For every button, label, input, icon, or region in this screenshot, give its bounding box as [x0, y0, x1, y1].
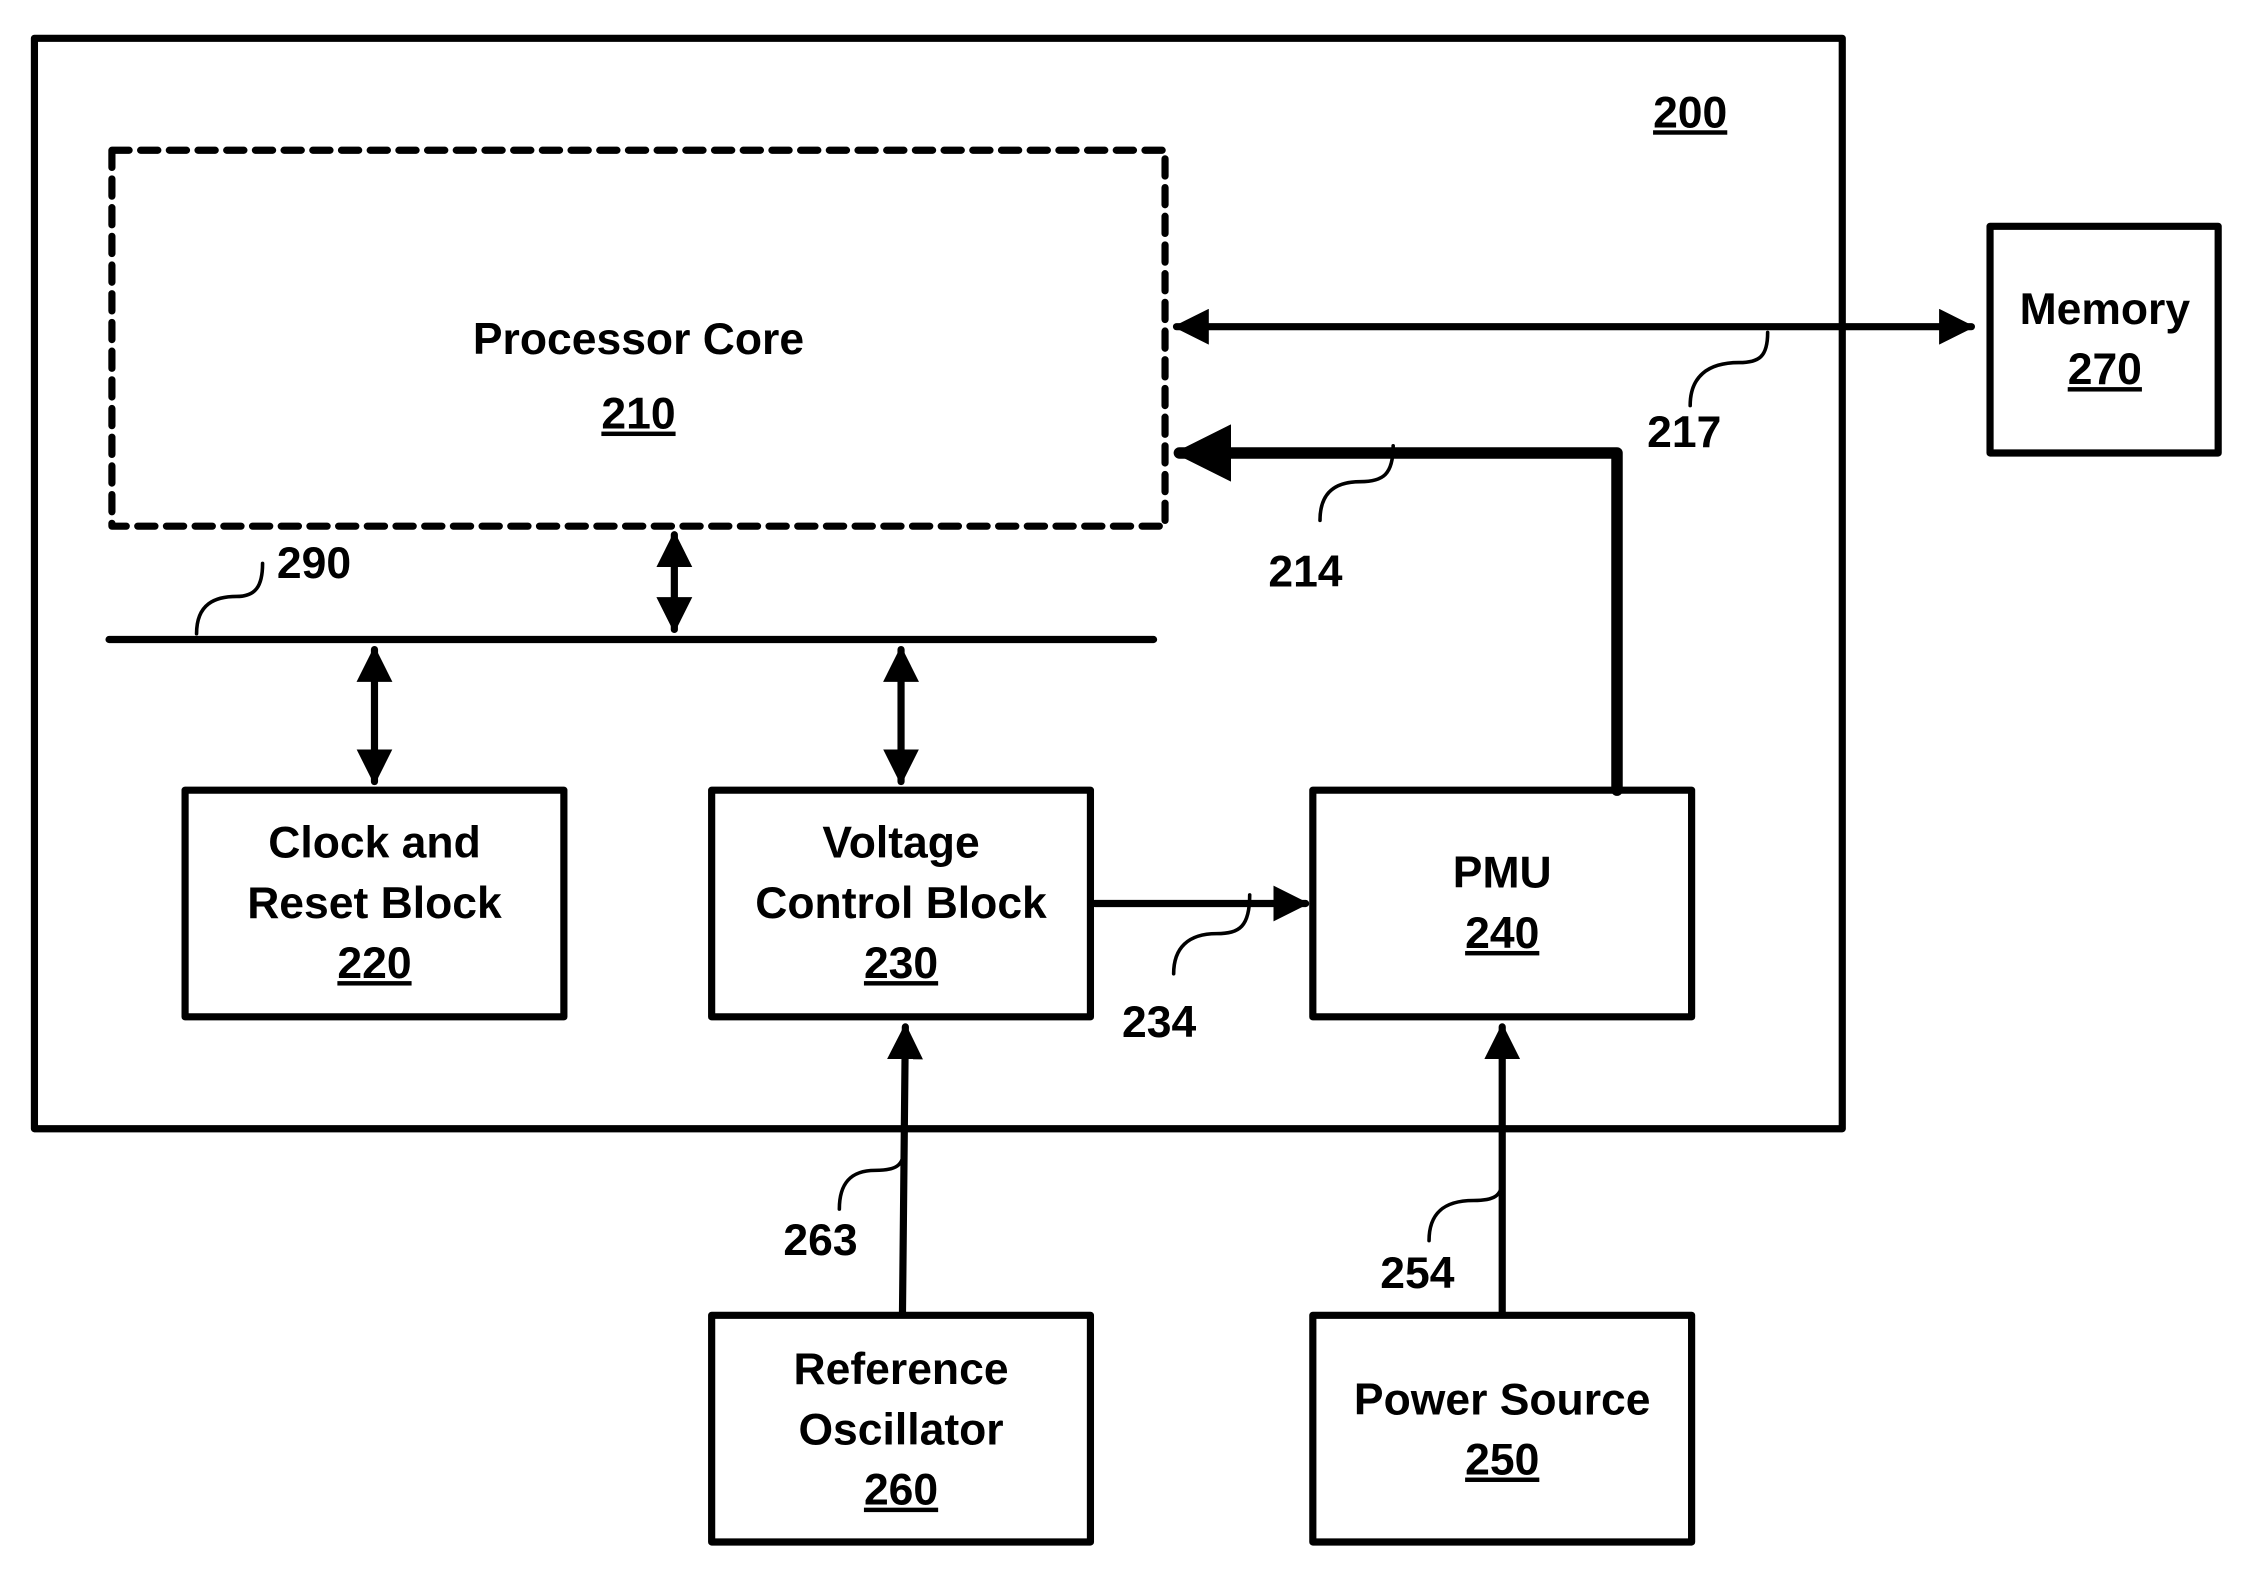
- vcb-pmu-ref: 234: [1122, 998, 1196, 1047]
- pmu-box[interactable]: [1309, 786, 1696, 1021]
- memory-title: Memory: [2020, 285, 2191, 334]
- clock-reset-ref: 220: [337, 939, 411, 988]
- osc-vcb-ref: 263: [783, 1216, 857, 1265]
- osc-vcb-arrow: [887, 1023, 923, 1316]
- pmu-title: PMU: [1453, 849, 1552, 898]
- voltage-control-title-line2: Control Block: [755, 879, 1047, 928]
- pmu-core-arrow: [1173, 424, 1623, 796]
- voltage-control-ref: 230: [864, 939, 938, 988]
- memory-box[interactable]: [1986, 222, 2222, 457]
- power-pmu-ref: 254: [1380, 1249, 1454, 1298]
- reference-oscillator-title-line2: Oscillator: [798, 1405, 1003, 1454]
- processor-core-ref: 210: [601, 390, 675, 439]
- processor-core-title: Processor Core: [473, 315, 804, 364]
- osc-vcb-callout: [837, 1147, 906, 1211]
- voltage-control-title-line1: Voltage: [822, 819, 979, 868]
- power-pmu-callout: [1427, 1178, 1505, 1243]
- core-memory-ref: 217: [1647, 408, 1721, 457]
- power-source-ref: 250: [1465, 1436, 1539, 1485]
- core-memory-callout: [1688, 330, 1770, 408]
- reference-oscillator-title-line1: Reference: [794, 1345, 1009, 1394]
- power-source-title: Power Source: [1354, 1375, 1651, 1424]
- block-diagram: 200 Processor Core 210 290 Clock and Res…: [30, 34, 2222, 1546]
- system-200-ref: 200: [1653, 88, 1727, 137]
- bus-290-ref: 290: [277, 539, 351, 588]
- pmu-ref: 240: [1465, 909, 1539, 958]
- power-source-box[interactable]: [1309, 1311, 1696, 1546]
- pmu-core-ref: 214: [1268, 547, 1342, 596]
- memory-ref: 270: [2068, 345, 2142, 394]
- reference-oscillator-ref: 260: [864, 1466, 938, 1515]
- clock-reset-title-line2: Reset Block: [247, 879, 502, 928]
- clock-reset-title-line1: Clock and: [268, 819, 481, 868]
- bus-290-callout: [194, 561, 265, 636]
